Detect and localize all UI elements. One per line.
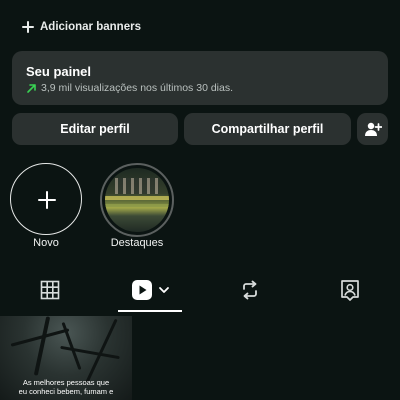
- post-thumbnail[interactable]: As melhores pessoas que eu conheci bebem…: [0, 316, 132, 400]
- add-banners-button[interactable]: Adicionar banners: [22, 16, 141, 38]
- new-highlight-label: Novo: [33, 237, 59, 249]
- edit-profile-button[interactable]: Editar perfil: [12, 113, 178, 145]
- highlight-cover-image: [105, 168, 169, 232]
- new-highlight-button[interactable]: [10, 163, 82, 235]
- reels-icon: [131, 280, 152, 300]
- chevron-down-icon: [158, 287, 169, 293]
- highlight-destaques[interactable]: [100, 163, 174, 237]
- tab-reposts[interactable]: [220, 276, 280, 304]
- dashboard-subtitle: 3,9 mil visualizações nos últimos 30 dia…: [26, 82, 233, 94]
- post-caption: As melhores pessoas que eu conheci bebem…: [0, 378, 132, 396]
- post-caption-line: As melhores pessoas que: [22, 378, 110, 387]
- person-add-icon: [364, 122, 382, 136]
- highlight-destaques-label: Destaques: [110, 237, 164, 249]
- tagged-icon: [341, 280, 359, 301]
- dashboard-card[interactable]: Seu painel 3,9 mil visualizações nos últ…: [12, 51, 388, 105]
- dashboard-views-text: 3,9 mil visualizações nos últimos 30 dia…: [41, 82, 234, 94]
- dashboard-title: Seu painel: [26, 64, 92, 79]
- trend-up-icon: [27, 83, 36, 93]
- tab-reels[interactable]: [120, 276, 180, 304]
- reposts-icon: [243, 280, 257, 300]
- tab-tagged[interactable]: [320, 276, 380, 304]
- share-profile-button[interactable]: Compartilhar perfil: [184, 113, 351, 145]
- plus-icon: [38, 191, 56, 209]
- post-caption-line: eu conheci bebem, fumam e: [18, 387, 114, 396]
- plus-icon: [22, 21, 34, 33]
- tab-grid[interactable]: [20, 276, 80, 304]
- add-banners-label: Adicionar banners: [40, 21, 141, 33]
- active-tab-indicator: [118, 310, 182, 312]
- add-person-button[interactable]: [357, 113, 388, 145]
- grid-icon: [40, 280, 60, 300]
